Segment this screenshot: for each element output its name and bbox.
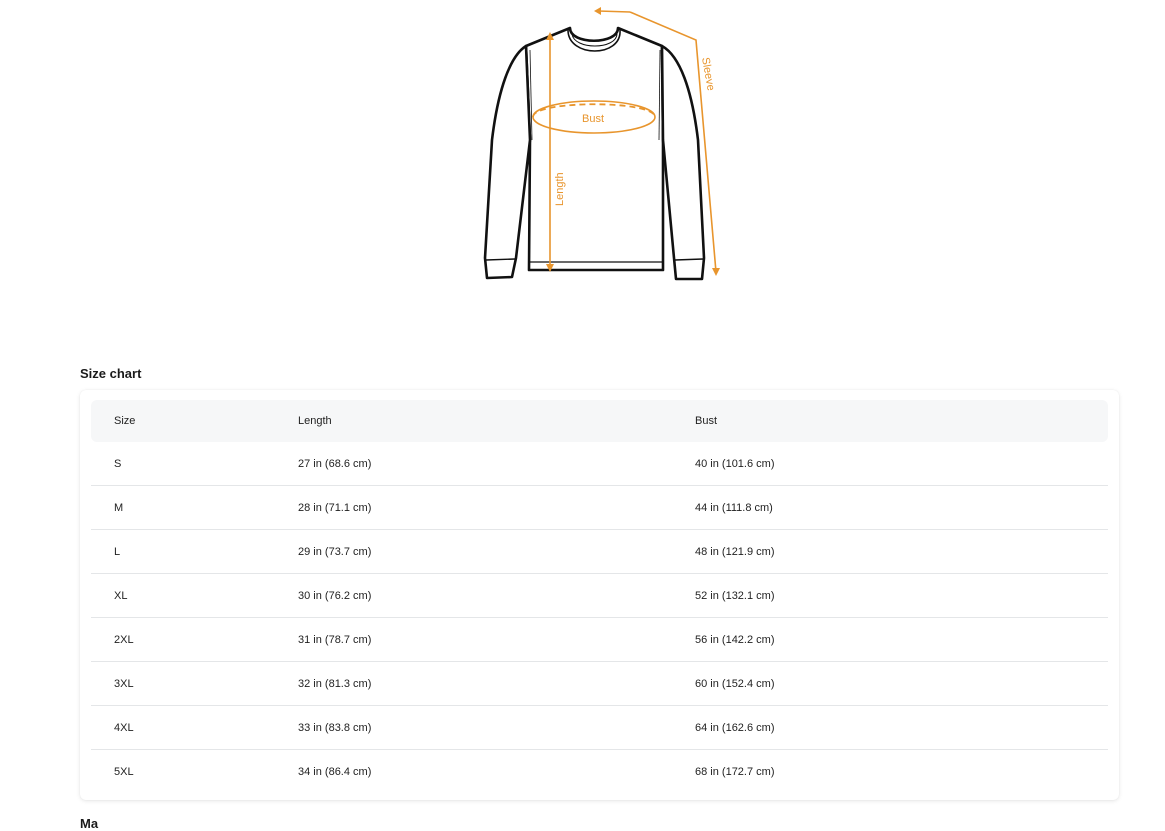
cell-size: S [91,442,298,486]
cell-bust: 68 in (172.7 cm) [695,765,775,778]
table-row: L 29 in (73.7 cm) 48 in (121.9 cm) [91,529,1108,574]
cell-size: XL [91,573,298,618]
size-chart-card: Size Length Bust S 27 in (68.6 cm) 40 in… [80,390,1119,800]
table-row: 5XL 34 in (86.4 cm) 68 in (172.7 cm) [91,750,1108,794]
cell-length: 32 in (81.3 cm) [298,661,695,706]
sleeve-label: Sleeve [699,56,717,91]
measurement-diagram: Bust Length Sleeve [470,0,730,290]
next-section-heading-partial: Ma [80,816,99,831]
table-row: S 27 in (68.6 cm) 40 in (101.6 cm) [91,442,1108,486]
column-header-size: Size [91,400,298,442]
table-row: 4XL 33 in (83.8 cm) 64 in (162.6 cm) [91,705,1108,750]
size-chart-table: Size Length Bust S 27 in (68.6 cm) 40 in… [91,400,1108,793]
size-chart-title: Size chart [80,366,142,381]
cell-length: 30 in (76.2 cm) [298,573,695,618]
cell-size: L [91,529,298,574]
cell-bust: 60 in (152.4 cm) [695,661,1108,706]
cell-bust: 48 in (121.9 cm) [695,529,1108,574]
cell-length: 29 in (73.7 cm) [298,529,695,574]
length-label: Length [554,172,566,206]
table-row: XL 30 in (76.2 cm) 52 in (132.1 cm) [91,573,1108,618]
cell-size: 3XL [91,661,298,706]
bust-label: Bust [582,113,604,125]
cell-size: 4XL [91,705,298,750]
cell-bust: 52 in (132.1 cm) [695,573,1108,618]
table-row: 3XL 32 in (81.3 cm) 60 in (152.4 cm) [91,661,1108,706]
cell-size: M [91,485,298,530]
table-row: 2XL 31 in (78.7 cm) 56 in (142.2 cm) [91,617,1108,662]
cell-bust: 56 in (142.2 cm) [695,617,1108,662]
cell-length: 33 in (83.8 cm) [298,705,695,750]
column-header-length: Length [298,400,695,442]
cell-bust: 44 in (111.8 cm) [695,485,1108,530]
shirt-right-sleeve [660,44,706,281]
cell-size: 5XL [114,765,134,778]
cell-length: 34 in (86.4 cm) [298,765,372,778]
shirt-body-outline [524,26,665,272]
cell-length: 28 in (71.1 cm) [298,485,695,530]
cell-bust: 64 in (162.6 cm) [695,705,1108,750]
cell-size: 2XL [91,617,298,662]
cell-bust: 40 in (101.6 cm) [695,442,1108,486]
longsleeve-shirt-illustration: Bust Length Sleeve [483,7,720,281]
cell-length: 31 in (78.7 cm) [298,617,695,662]
table-row: M 28 in (71.1 cm) 44 in (111.8 cm) [91,485,1108,530]
column-header-bust: Bust [695,400,1108,442]
table-header-row: Size Length Bust [91,400,1108,442]
shirt-left-sleeve [483,44,532,280]
cell-length: 27 in (68.6 cm) [298,442,695,486]
